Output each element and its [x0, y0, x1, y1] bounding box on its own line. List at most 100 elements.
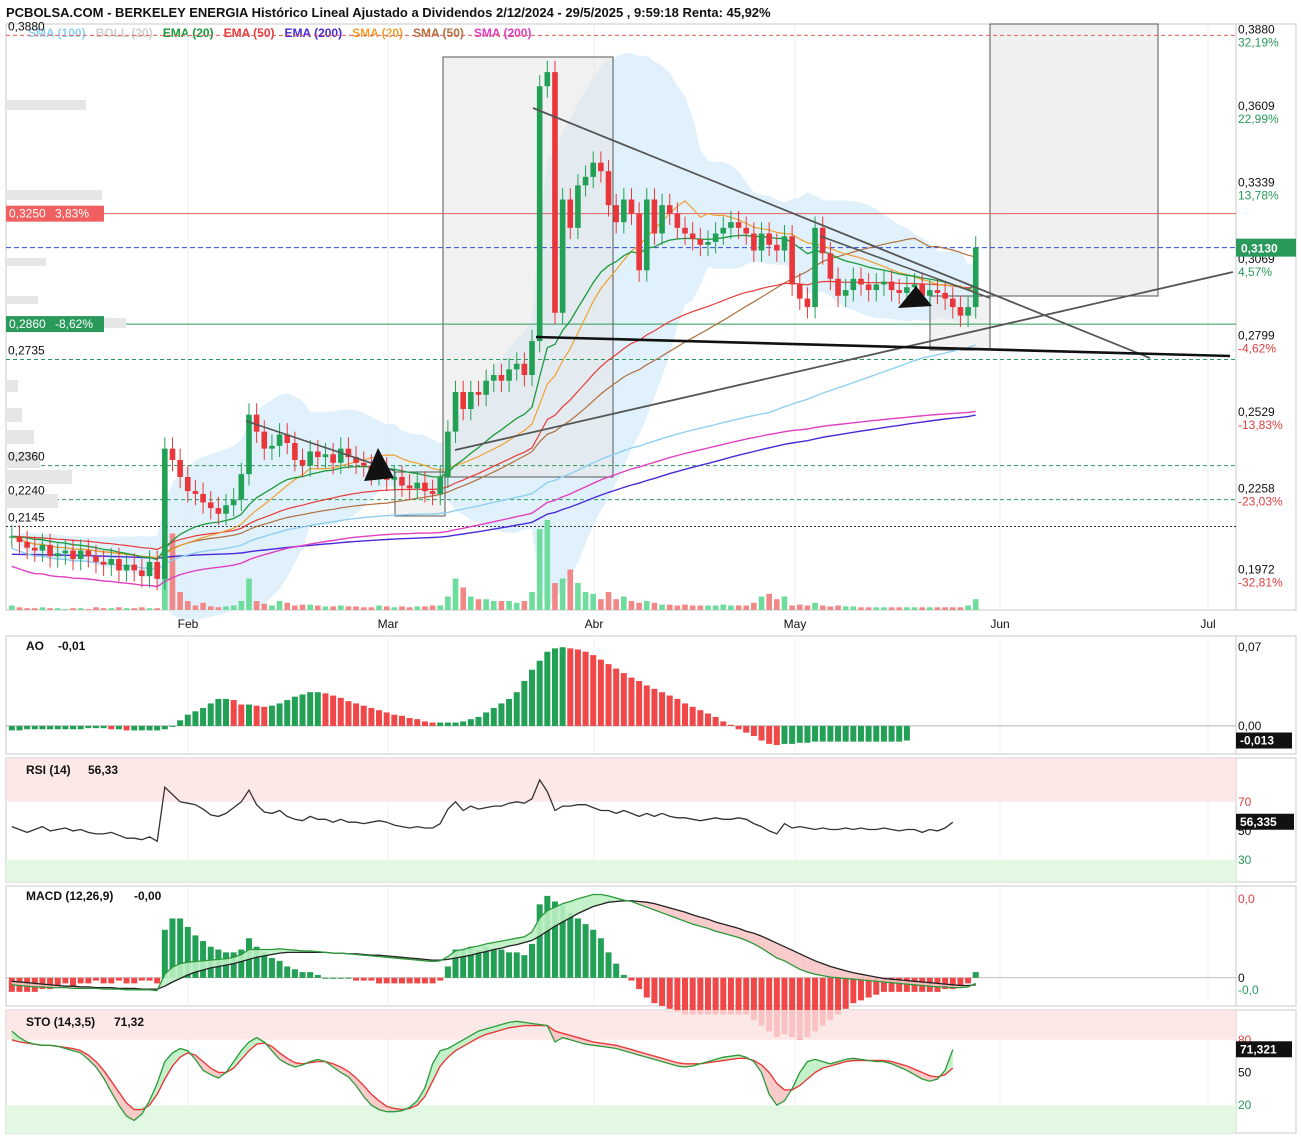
macd-histogram-bar	[513, 952, 520, 978]
ao-bar	[161, 725, 168, 730]
volume-bar	[858, 607, 864, 610]
volume-bar	[131, 608, 138, 610]
sto-current: 71,32	[114, 1015, 144, 1029]
candle	[445, 431, 451, 477]
ao-bar	[666, 695, 673, 726]
macd-histogram-bar	[62, 977, 69, 984]
candle	[827, 253, 834, 279]
macd-histogram-bar	[574, 918, 581, 978]
candle	[605, 171, 612, 206]
volume-bar	[552, 583, 558, 610]
macd-histogram-bar	[498, 949, 505, 978]
candle	[666, 205, 673, 214]
ao-last-label: -0,013	[1240, 734, 1274, 748]
candle	[789, 236, 795, 285]
volume-bar	[414, 606, 421, 610]
candle	[169, 448, 176, 460]
candle	[758, 233, 765, 251]
volume-bar	[284, 602, 291, 610]
candle	[643, 199, 650, 271]
candle	[896, 290, 903, 293]
ao-bar	[54, 725, 61, 730]
ao-bar	[70, 725, 77, 730]
volume-bar	[422, 606, 428, 610]
volume-bar	[743, 605, 750, 610]
macd-histogram-bar	[720, 977, 727, 1015]
ao-bar	[674, 698, 681, 726]
candle	[39, 544, 46, 551]
ao-bar	[735, 725, 742, 730]
volume-bar	[498, 601, 505, 610]
candle	[972, 247, 979, 308]
volume-bar	[460, 587, 466, 610]
volume-bar	[437, 605, 444, 610]
ao-bar	[643, 685, 650, 726]
candle	[146, 561, 153, 577]
ao-bar	[223, 698, 230, 726]
macd-histogram-bar	[268, 958, 275, 978]
volume-bar	[406, 607, 413, 610]
left-level-label: 0,2145	[8, 510, 45, 524]
ao-bar	[192, 711, 199, 726]
ao-bar	[758, 725, 765, 741]
macd-histogram-bar	[284, 966, 291, 978]
macd-histogram-bar	[835, 977, 842, 1015]
candle	[697, 239, 704, 245]
ao-bar	[743, 725, 750, 733]
volume-bar	[299, 604, 306, 610]
candle	[529, 341, 535, 376]
candle	[162, 448, 168, 579]
rsi-last-label: 56,335	[1240, 815, 1277, 829]
ao-bar	[8, 725, 15, 731]
macd-histogram-bar	[115, 977, 122, 981]
volume-bar	[881, 607, 887, 610]
ao-bar	[421, 721, 428, 726]
macd-histogram-bar	[613, 963, 620, 978]
volume-bar	[269, 605, 275, 610]
macd-histogram-bar	[682, 977, 689, 1015]
sto-tick-label: 50	[1238, 1066, 1252, 1080]
macd-histogram-bar	[161, 929, 168, 978]
ao-bar	[559, 647, 566, 726]
candle	[230, 499, 237, 506]
macd-histogram-bar	[689, 977, 696, 1015]
candle	[452, 392, 459, 432]
ao-bar	[31, 725, 38, 730]
volume-bar	[774, 599, 780, 610]
ao-bar	[383, 712, 390, 726]
macd-histogram-bar	[276, 960, 283, 978]
candle	[414, 482, 421, 489]
candle	[47, 544, 53, 557]
volume-profile-bar	[6, 430, 34, 444]
candle	[636, 213, 642, 271]
candle	[957, 307, 964, 316]
candle	[261, 431, 268, 449]
ao-bar	[605, 664, 612, 726]
volume-bar	[490, 601, 497, 610]
volume-bar	[146, 608, 153, 610]
macd-histogram-bar	[383, 977, 390, 984]
candle	[689, 233, 696, 240]
chart-page: PCBOLSA.COM - BERKELEY ENERGIA Histórico…	[0, 0, 1301, 1138]
volume-bar	[766, 593, 772, 610]
macd-label: MACD (12,26,9)	[26, 889, 113, 903]
price-tick-pct: -4,62%	[1238, 341, 1276, 355]
candle	[116, 559, 122, 571]
sto-label: STO (14,3,5)	[26, 1015, 95, 1029]
volume-bar	[643, 601, 650, 610]
volume-bar	[575, 583, 581, 610]
price-tick-pct: 13,78%	[1238, 188, 1279, 202]
ao-bar	[636, 680, 643, 726]
ao-bar	[506, 698, 513, 726]
ao-bar	[314, 692, 321, 726]
volume-bar	[720, 604, 727, 610]
candle	[521, 363, 528, 376]
volume-bar	[666, 604, 673, 610]
macd-histogram-bar	[123, 977, 130, 984]
macd-histogram-bar	[154, 977, 161, 984]
ao-bar	[659, 692, 666, 726]
ao-bar	[154, 725, 161, 731]
macd-histogram-bar	[674, 977, 681, 1012]
volume-profile-bar	[6, 190, 102, 200]
volume-bar	[697, 605, 704, 610]
